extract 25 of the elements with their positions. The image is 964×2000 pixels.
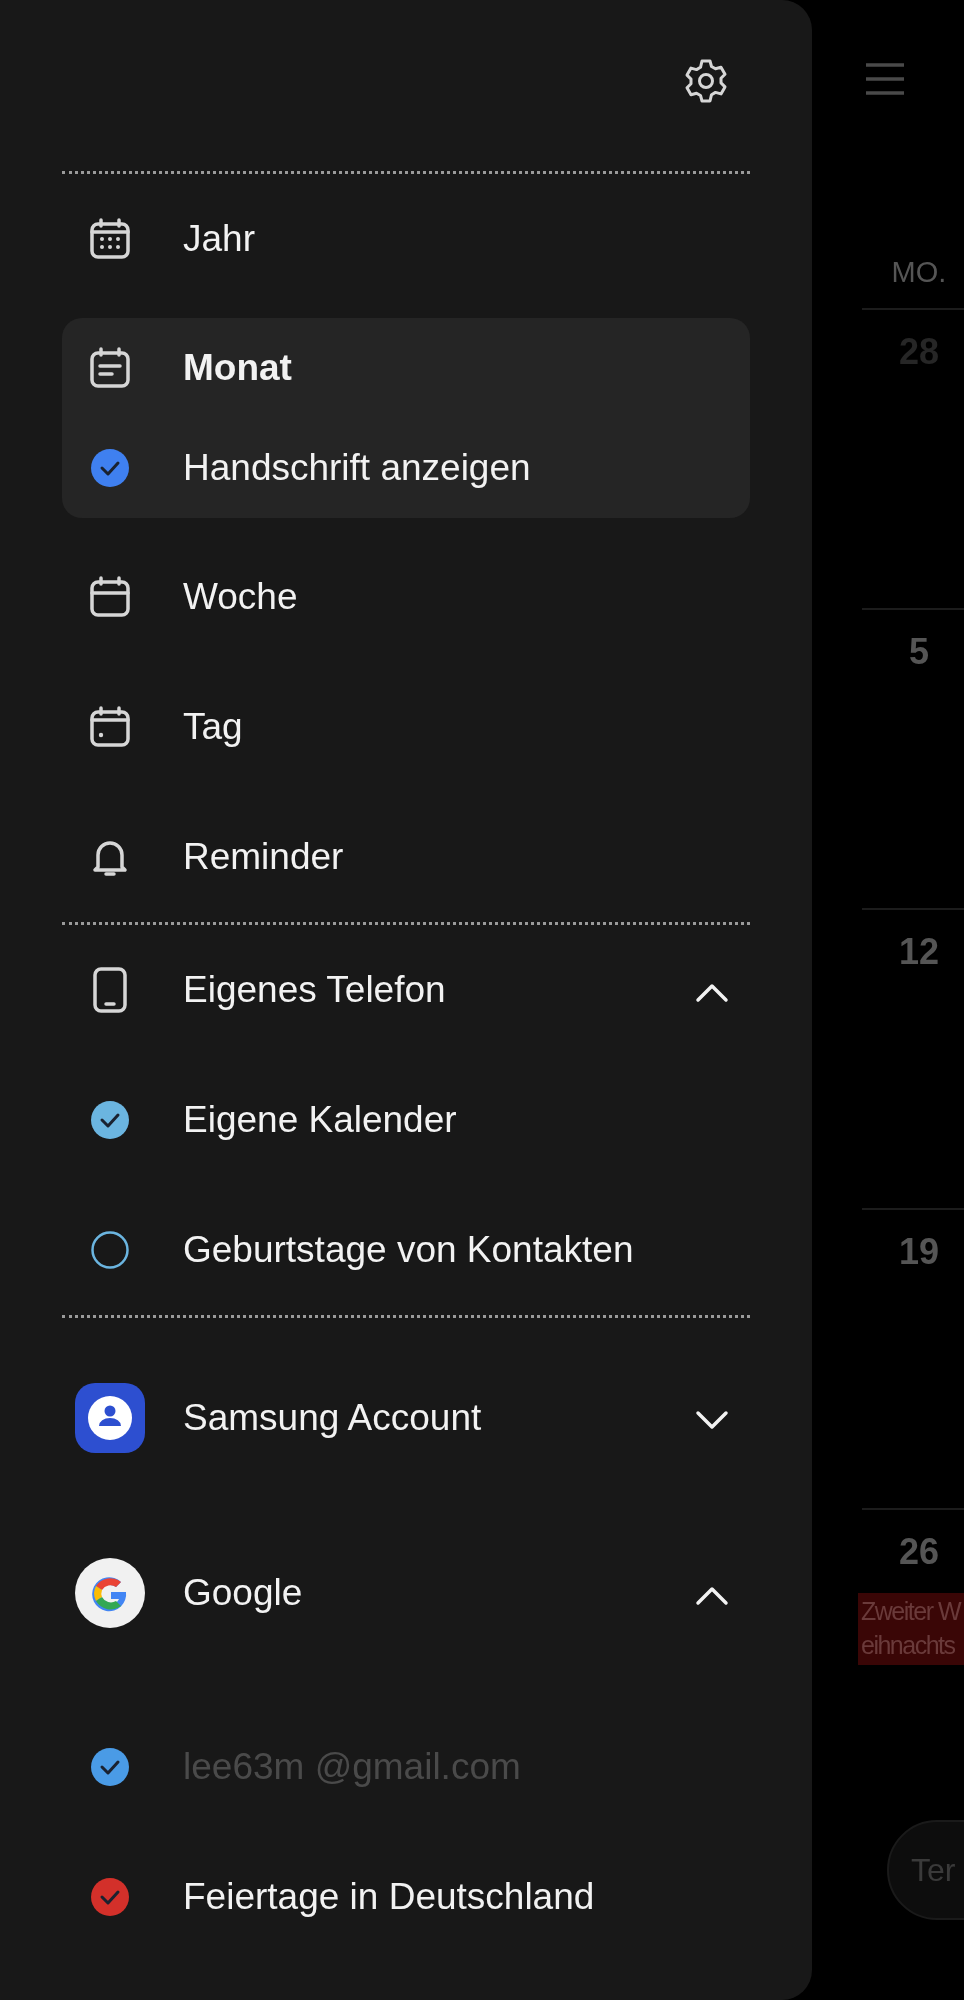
account-avatar-icon	[75, 1382, 145, 1453]
option-label[interactable]: Handschrift anzeigen	[183, 440, 531, 496]
calendar-item[interactable]: Feiertage in Deutschland	[183, 1869, 595, 1925]
view-menu-item[interactable]: Woche	[183, 569, 298, 625]
view-menu-item[interactable]: Jahr	[183, 211, 255, 267]
checkbox[interactable]	[90, 448, 130, 488]
checkbox[interactable]	[90, 1877, 130, 1917]
account-name[interactable]: Samsung Account	[183, 1389, 482, 1446]
calendar-bar-icon	[88, 575, 132, 619]
view-menu-item[interactable]: Tag	[183, 699, 243, 755]
checkbox[interactable]	[90, 1230, 130, 1270]
calendar-lines-icon	[88, 346, 132, 390]
checkbox[interactable]	[90, 1747, 130, 1787]
weekday-header: MO.	[890, 255, 948, 290]
calendar-item[interactable]: Eigene Kalender	[183, 1092, 457, 1148]
phone-icon	[92, 966, 128, 1014]
calendar-dot-icon	[88, 705, 132, 749]
g-logo-icon	[75, 1557, 145, 1628]
account-name[interactable]: Google	[183, 1564, 303, 1621]
calendar-item[interactable]: Geburtstage von Kontakten	[183, 1222, 634, 1278]
checkbox[interactable]	[90, 1100, 130, 1140]
calendar-grid-icon	[88, 217, 132, 261]
view-menu-item[interactable]: Reminder	[183, 829, 344, 885]
view-menu-item[interactable]: Monat	[183, 340, 292, 396]
section-header[interactable]: Eigenes Telefon	[183, 962, 446, 1018]
